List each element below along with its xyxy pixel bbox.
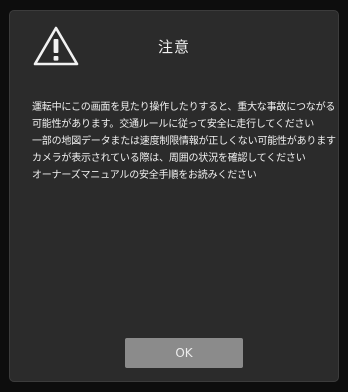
ok-button[interactable]: OK — [125, 338, 243, 368]
message-line: カメラが表示されている際は、周囲の状況を確認してください — [32, 153, 306, 164]
dialog-title: 注意 — [157, 38, 190, 56]
message-line: オーナーズマニュアルの安全手順をお読みください — [32, 170, 257, 181]
caution-dialog: 注意 運転中にこの画面を見たり操作したりすると、重大な事故につながる 可能性があ… — [9, 10, 339, 382]
message-line: 一部の地図データまたは速度制限情報が正しくない可能性があります — [32, 136, 336, 147]
message-line: 運転中にこの画面を見たり操作したりすると、重大な事故につながる — [32, 102, 336, 113]
caution-message: 運転中にこの画面を見たり操作したりすると、重大な事故につながる 可能性があります… — [32, 99, 336, 184]
message-line: 可能性があります。交通ルールに従って安全に走行してください — [32, 119, 315, 130]
